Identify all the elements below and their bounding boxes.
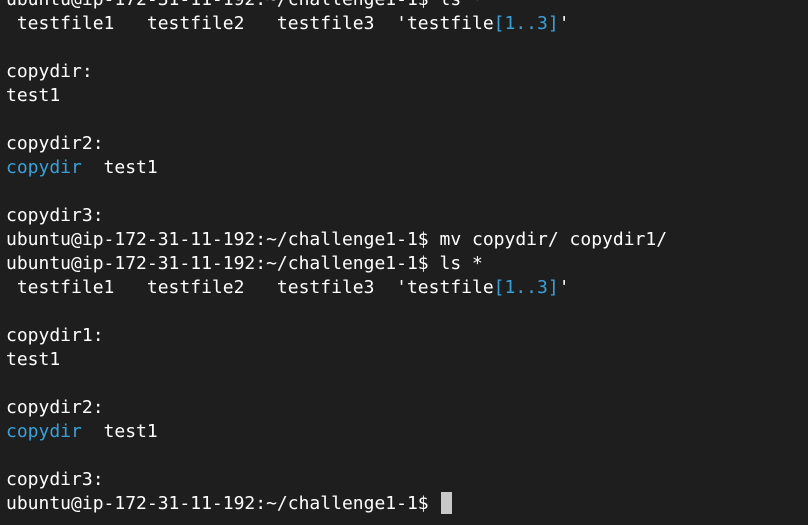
- terminal-text: ubuntu@ip-172-31-11-192:~/challenge1-1$: [6, 493, 440, 514]
- terminal-text: test1: [6, 85, 61, 106]
- terminal-line: copydir3:: [6, 204, 667, 228]
- terminal-text: copydir2:: [6, 397, 104, 418]
- terminal-line: test1: [6, 84, 667, 108]
- terminal-line: ubuntu@ip-172-31-11-192:~/challenge1-1$ …: [6, 228, 667, 252]
- terminal-text: ubuntu@ip-172-31-11-192:~/challenge1-1$ …: [6, 229, 668, 250]
- terminal-line: copydir2:: [6, 396, 667, 420]
- terminal-text: ubuntu@ip-172-31-11-192:~/challenge1-1$ …: [6, 0, 483, 10]
- terminal-line: copydir test1: [6, 156, 667, 180]
- terminal-line: copydir:: [6, 60, 667, 84]
- terminal-line: copydir2:: [6, 132, 667, 156]
- terminal-text: copydir3:: [6, 469, 104, 490]
- terminal-line: copydir test1: [6, 420, 667, 444]
- directory-name: [1..3]: [493, 13, 559, 34]
- terminal-text: copydir:: [6, 61, 93, 82]
- terminal-line: testfile1 testfile2 testfile3 'testfile[…: [6, 12, 667, 36]
- terminal-output: ubuntu@ip-172-31-11-192:~/challenge1-1$ …: [6, 0, 667, 516]
- directory-name: copydir: [6, 157, 82, 178]
- terminal-text: test1: [6, 349, 61, 370]
- terminal-line: test1: [6, 348, 667, 372]
- terminal-text: testfile1 testfile2 testfile3 'testfile: [6, 13, 494, 34]
- terminal-window[interactable]: ubuntu@ip-172-31-11-192:~/challenge1-1$ …: [0, 0, 808, 525]
- terminal-line: testfile1 testfile2 testfile3 'testfile[…: [6, 276, 667, 300]
- terminal-text: test1: [81, 421, 158, 442]
- directory-name: copydir: [6, 421, 82, 442]
- terminal-text: test1: [81, 157, 158, 178]
- terminal-line: ubuntu@ip-172-31-11-192:~/challenge1-1$ …: [6, 0, 667, 12]
- terminal-line: ubuntu@ip-172-31-11-192:~/challenge1-1$: [6, 492, 667, 516]
- terminal-text: ': [558, 13, 570, 34]
- terminal-line: copydir1:: [6, 324, 667, 348]
- terminal-text: testfile1 testfile2 testfile3 'testfile: [6, 277, 494, 298]
- text-cursor[interactable]: [441, 492, 453, 514]
- terminal-text: copydir2:: [6, 133, 104, 154]
- terminal-text: ubuntu@ip-172-31-11-192:~/challenge1-1$ …: [6, 253, 483, 274]
- terminal-line: ubuntu@ip-172-31-11-192:~/challenge1-1$ …: [6, 252, 667, 276]
- terminal-text: copydir1:: [6, 325, 104, 346]
- terminal-text: copydir3:: [6, 205, 104, 226]
- directory-name: [1..3]: [493, 277, 559, 298]
- terminal-line: copydir3:: [6, 468, 667, 492]
- terminal-text: ': [558, 277, 570, 298]
